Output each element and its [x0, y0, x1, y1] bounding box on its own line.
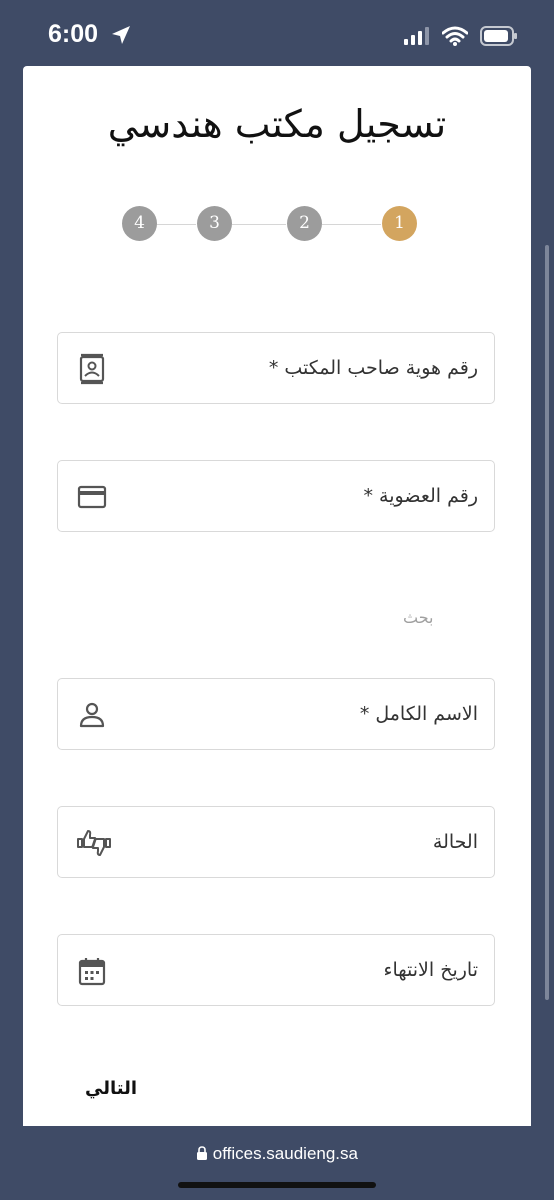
step-4[interactable]: 4 — [122, 206, 157, 241]
status-icons — [404, 26, 518, 50]
step-2[interactable]: 2 — [287, 206, 322, 241]
status-time: 6:00 — [48, 20, 99, 48]
status-label: الحالة — [432, 831, 478, 853]
step-3[interactable]: 3 — [197, 206, 232, 241]
credit-card-icon — [76, 481, 108, 513]
wifi-icon — [441, 26, 469, 50]
contact-card-icon — [76, 353, 108, 385]
thumbs-up-down-icon — [76, 827, 111, 859]
status-bar: 6:00 — [0, 0, 554, 66]
step-connector — [156, 224, 196, 225]
battery-icon — [480, 26, 518, 50]
signal-icon — [404, 27, 430, 49]
expiry-date-field[interactable]: تاريخ الانتهاء — [57, 934, 495, 1006]
owner-id-label: رقم هوية صاحب المكتب * — [268, 357, 478, 379]
home-indicator[interactable] — [178, 1182, 376, 1188]
search-link[interactable]: بحث — [403, 608, 434, 627]
person-icon — [76, 699, 108, 731]
full-name-label: الاسم الكامل * — [359, 703, 478, 725]
next-button[interactable]: التالي — [85, 1078, 137, 1099]
status-field[interactable]: الحالة — [57, 806, 495, 878]
location-arrow-icon — [110, 24, 132, 50]
owner-id-field[interactable]: رقم هوية صاحب المكتب * — [57, 332, 495, 404]
page-title: تسجيل مكتب هندسي — [107, 102, 447, 146]
full-name-field[interactable]: الاسم الكامل * — [57, 678, 495, 750]
url-display[interactable]: offices.saudieng.sa — [0, 1144, 554, 1164]
scrollbar[interactable] — [545, 245, 549, 1000]
membership-number-label: رقم العضوية * — [363, 485, 478, 507]
url-text: offices.saudieng.sa — [212, 1144, 358, 1163]
stepper: 4 3 2 1 — [23, 206, 531, 242]
browser-address-bar[interactable]: offices.saudieng.sa — [0, 1126, 554, 1200]
expiry-date-label: تاريخ الانتهاء — [383, 959, 478, 981]
registration-card: تسجيل مكتب هندسي 4 3 2 1 رقم هوية صاحب ا… — [23, 66, 531, 1128]
step-1[interactable]: 1 — [382, 206, 417, 241]
step-connector — [232, 224, 286, 225]
calendar-icon — [76, 955, 108, 987]
membership-number-field[interactable]: رقم العضوية * — [57, 460, 495, 532]
step-connector — [322, 224, 381, 225]
lock-icon — [196, 1144, 213, 1163]
